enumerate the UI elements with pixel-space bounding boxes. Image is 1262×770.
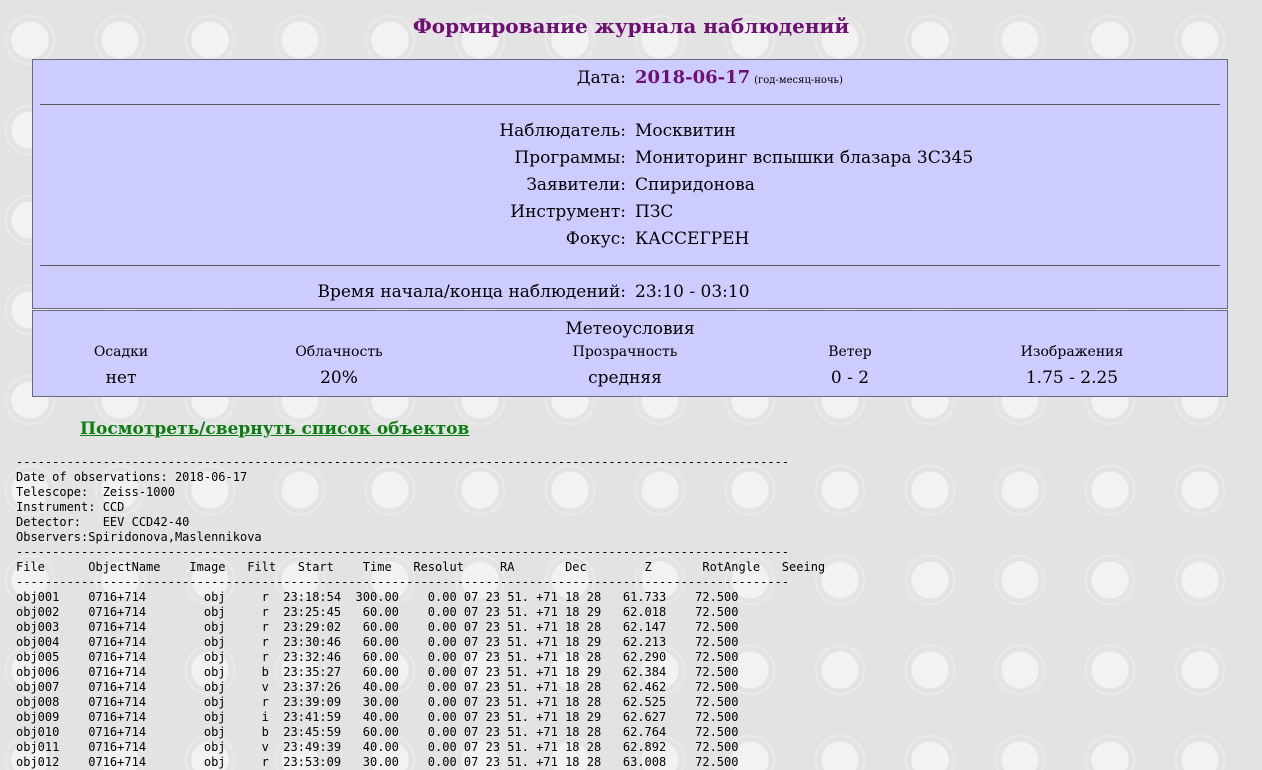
log-row: obj009 0716+714 obj i 23:41:59 40.00 0.0…	[16, 710, 739, 724]
observation-log: ----------------------------------------…	[16, 455, 825, 770]
time-row: Время начала/конца наблюдений: 23:10 - 0…	[33, 280, 1227, 304]
log-row: obj006 0716+714 obj b 23:35:27 60.00 0.0…	[16, 665, 739, 679]
instrument-value: ПЗС	[635, 202, 674, 222]
time-value: 23:10 - 03:10	[635, 282, 750, 302]
log-separator: ----------------------------------------…	[16, 455, 790, 469]
divider-bottom	[40, 265, 1220, 266]
toggle-object-list-link[interactable]: Посмотреть/свернуть список объектов	[80, 419, 469, 439]
wind-value: 0 - 2	[830, 368, 870, 388]
log-row: obj007 0716+714 obj v 23:37:26 40.00 0.0…	[16, 680, 739, 694]
programs-value: Мониторинг вспышки блазара 3С345	[635, 148, 974, 168]
log-observers-line: Observers:Spiridonova,Maslennikova	[16, 530, 262, 544]
log-row: obj012 0716+714 obj r 23:53:09 30.00 0.0…	[16, 755, 739, 769]
log-header-line: File ObjectName Image Filt Start Time Re…	[16, 560, 826, 574]
log-instrument-line: Instrument: CCD	[16, 500, 125, 514]
transparency-header: Прозрачность	[572, 344, 678, 360]
log-row: obj003 0716+714 obj r 23:29:02 60.00 0.0…	[16, 620, 739, 634]
weather-title: Метеоусловия	[565, 319, 695, 339]
cloudiness-header: Облачность	[295, 344, 383, 360]
log-telescope-line: Telescope: Zeiss-1000	[16, 485, 175, 499]
seeing-value: 1.75 - 2.25	[1025, 368, 1119, 388]
observation-info-panel: Дата: 2018-06-17 (год-месяц-ночь) Наблюда…	[32, 59, 1228, 309]
log-row: obj010 0716+714 obj b 23:45:59 60.00 0.0…	[16, 725, 739, 739]
instrument-label: Инструмент:	[510, 202, 626, 222]
instrument-row: Инструмент: ПЗС	[33, 200, 1227, 224]
date-value-wrap: 2018-06-17 (год-месяц-ночь)	[635, 66, 843, 93]
date-format-hint: (год-месяц-ночь)	[754, 75, 843, 86]
observer-value: Москвитин	[635, 121, 736, 141]
log-row: obj002 0716+714 obj r 23:25:45 60.00 0.0…	[16, 605, 739, 619]
log-row: obj005 0716+714 obj r 23:32:46 60.00 0.0…	[16, 650, 739, 664]
programs-row: Программы: Мониторинг вспышки блазара 3С…	[33, 146, 1227, 170]
focus-row: Фокус: КАССЕГРЕН	[33, 227, 1227, 251]
log-row: obj011 0716+714 obj v 23:49:39 40.00 0.0…	[16, 740, 739, 754]
date-label: Дата:	[576, 68, 626, 88]
date-value: 2018-06-17	[635, 67, 751, 88]
log-row: obj004 0716+714 obj r 23:30:46 60.00 0.0…	[16, 635, 739, 649]
log-separator: ----------------------------------------…	[16, 545, 790, 559]
transparency-value: средняя	[588, 368, 662, 388]
programs-label: Программы:	[514, 148, 626, 168]
log-row: obj008 0716+714 obj r 23:39:09 30.00 0.0…	[16, 695, 739, 709]
log-date-line: Date of observations: 2018-06-17	[16, 470, 248, 484]
observer-label: Наблюдатель:	[499, 121, 626, 141]
applicants-row: Заявители: Спиридонова	[33, 173, 1227, 197]
focus-value: КАССЕГРЕН	[635, 229, 750, 249]
date-row: Дата: 2018-06-17 (год-месяц-ночь)	[33, 66, 1227, 90]
precipitation-value: нет	[105, 368, 137, 388]
cloudiness-value: 20%	[320, 368, 358, 388]
applicants-value: Спиридонова	[635, 175, 755, 195]
time-label: Время начала/конца наблюдений:	[317, 282, 627, 302]
divider-top	[40, 104, 1220, 105]
applicants-label: Заявители:	[526, 175, 626, 195]
log-separator: ----------------------------------------…	[16, 575, 790, 589]
precipitation-header: Осадки	[93, 344, 149, 360]
observer-row: Наблюдатель: Москвитин	[33, 119, 1227, 143]
log-detector-line: Detector: EEV CCD42-40	[16, 515, 190, 529]
focus-label: Фокус:	[565, 229, 626, 249]
wind-header: Ветер	[828, 344, 872, 360]
log-row: obj001 0716+714 obj r 23:18:54 300.00 0.…	[16, 590, 739, 604]
seeing-header: Изображения	[1020, 344, 1124, 360]
page-title: Формирование журнала наблюдений	[412, 14, 850, 38]
weather-conditions-panel: Метеоусловия Осадки нет Облачность 20% П…	[32, 310, 1228, 397]
